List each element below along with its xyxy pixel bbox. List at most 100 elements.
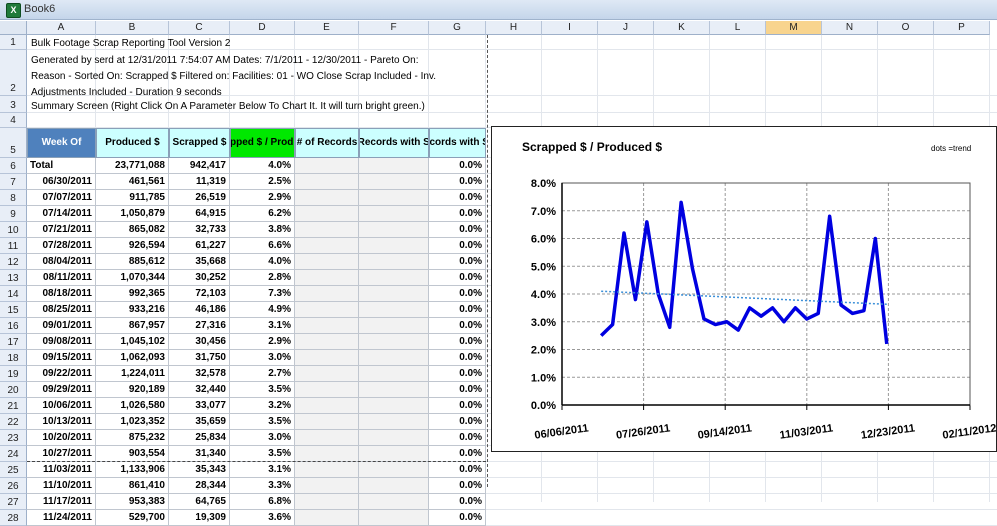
table-cell[interactable]: 992,365 <box>96 286 169 302</box>
row-header-20[interactable]: 20 <box>0 382 27 398</box>
table-cell[interactable] <box>359 446 429 462</box>
chart-area[interactable]: Scrapped $ / Produced $ dots =trend 0.0%… <box>491 126 997 452</box>
table-cell[interactable]: 0.0% <box>429 398 486 414</box>
table-cell[interactable]: 30,456 <box>169 334 230 350</box>
column-header-f[interactable]: F <box>359 21 429 35</box>
table-cell[interactable]: 933,216 <box>96 302 169 318</box>
table-cell[interactable] <box>359 222 429 238</box>
row-header-28[interactable]: 28 <box>0 510 27 526</box>
table-cell[interactable] <box>359 174 429 190</box>
table-cell[interactable]: 903,554 <box>96 446 169 462</box>
table-cell[interactable]: 09/29/2011 <box>27 382 96 398</box>
column-header-e[interactable]: E <box>295 21 359 35</box>
table-cell[interactable] <box>295 366 359 382</box>
table-cell[interactable] <box>359 190 429 206</box>
table-cell[interactable]: 875,232 <box>96 430 169 446</box>
table-cell[interactable]: 0.0% <box>429 414 486 430</box>
table-cell[interactable]: 0.0% <box>429 462 486 478</box>
table-cell[interactable]: 33,077 <box>169 398 230 414</box>
table-cell[interactable]: 3.0% <box>230 350 295 366</box>
table-cell[interactable]: 11,319 <box>169 174 230 190</box>
row-header-24[interactable]: 24 <box>0 446 27 462</box>
table-cell[interactable] <box>359 366 429 382</box>
table-cell[interactable]: 46,186 <box>169 302 230 318</box>
row-header-9[interactable]: 9 <box>0 206 27 222</box>
table-cell[interactable]: 35,668 <box>169 254 230 270</box>
table-cell[interactable]: 07/28/2011 <box>27 238 96 254</box>
table-cell[interactable]: 6.6% <box>230 238 295 254</box>
column-header-h[interactable]: H <box>486 21 542 35</box>
table-cell[interactable]: 10/06/2011 <box>27 398 96 414</box>
table-cell[interactable]: 2.8% <box>230 270 295 286</box>
column-header-k[interactable]: K <box>654 21 710 35</box>
table-cell[interactable]: 861,410 <box>96 478 169 494</box>
table-cell[interactable] <box>359 478 429 494</box>
row-header-3[interactable]: 3 <box>0 96 27 113</box>
table-cell[interactable]: 64,765 <box>169 494 230 510</box>
table-cell[interactable]: 3.5% <box>230 414 295 430</box>
header-produced[interactable]: Produced $ <box>96 128 169 158</box>
table-cell[interactable]: 2.9% <box>230 190 295 206</box>
table-cell[interactable]: 1,133,906 <box>96 462 169 478</box>
table-cell[interactable]: 926,594 <box>96 238 169 254</box>
column-header-a[interactable]: A <box>27 21 96 35</box>
table-cell[interactable]: 0.0% <box>429 302 486 318</box>
total-cell[interactable]: Total <box>27 158 96 174</box>
table-cell[interactable]: 0.0% <box>429 206 486 222</box>
table-cell[interactable]: 1,062,093 <box>96 350 169 366</box>
table-cell[interactable]: 0.0% <box>429 478 486 494</box>
table-cell[interactable] <box>295 398 359 414</box>
header-scrapped[interactable]: Scrapped $ <box>169 128 230 158</box>
table-cell[interactable]: 31,750 <box>169 350 230 366</box>
table-cell[interactable]: 0.0% <box>429 510 486 526</box>
table-cell[interactable]: 0.0% <box>429 366 486 382</box>
column-header-p[interactable]: P <box>934 21 990 35</box>
table-cell[interactable]: 0.0% <box>429 334 486 350</box>
table-cell[interactable]: 0.0% <box>429 222 486 238</box>
table-cell[interactable]: 6.8% <box>230 494 295 510</box>
table-cell[interactable]: 11/17/2011 <box>27 494 96 510</box>
row-header-14[interactable]: 14 <box>0 286 27 302</box>
table-cell[interactable]: 27,316 <box>169 318 230 334</box>
table-cell[interactable] <box>295 222 359 238</box>
table-cell[interactable]: 25,834 <box>169 430 230 446</box>
table-cell[interactable]: 867,957 <box>96 318 169 334</box>
total-cell[interactable] <box>295 158 359 174</box>
header-week-of[interactable]: Week Of <box>27 128 96 158</box>
table-cell[interactable]: 953,383 <box>96 494 169 510</box>
table-cell[interactable]: 920,189 <box>96 382 169 398</box>
header-pct-records-with-scrap[interactable]: % Records with Scrap <box>429 128 486 158</box>
header-scrapped-over-produced[interactable]: Scrapped $ / Produced <box>230 128 295 158</box>
table-cell[interactable] <box>359 302 429 318</box>
table-cell[interactable]: 61,227 <box>169 238 230 254</box>
table-cell[interactable]: 0.0% <box>429 494 486 510</box>
table-cell[interactable]: 885,612 <box>96 254 169 270</box>
row-header-10[interactable]: 10 <box>0 222 27 238</box>
row-header-26[interactable]: 26 <box>0 478 27 494</box>
table-cell[interactable]: 09/01/2011 <box>27 318 96 334</box>
table-cell[interactable] <box>359 414 429 430</box>
table-cell[interactable]: 1,023,352 <box>96 414 169 430</box>
table-cell[interactable]: 0.0% <box>429 382 486 398</box>
row-header-6[interactable]: 6 <box>0 158 27 174</box>
table-cell[interactable]: 09/08/2011 <box>27 334 96 350</box>
total-cell[interactable] <box>359 158 429 174</box>
table-cell[interactable] <box>359 270 429 286</box>
table-cell[interactable] <box>295 478 359 494</box>
table-cell[interactable]: 09/15/2011 <box>27 350 96 366</box>
row-header-8[interactable]: 8 <box>0 190 27 206</box>
table-cell[interactable]: 19,309 <box>169 510 230 526</box>
table-cell[interactable]: 0.0% <box>429 318 486 334</box>
table-cell[interactable]: 0.0% <box>429 190 486 206</box>
table-cell[interactable] <box>359 286 429 302</box>
select-all-corner[interactable] <box>0 21 27 35</box>
table-cell[interactable]: 0.0% <box>429 174 486 190</box>
table-cell[interactable]: 08/04/2011 <box>27 254 96 270</box>
table-cell[interactable]: 28,344 <box>169 478 230 494</box>
table-cell[interactable]: 07/21/2011 <box>27 222 96 238</box>
table-cell[interactable]: 0.0% <box>429 350 486 366</box>
table-cell[interactable]: 0.0% <box>429 446 486 462</box>
excel-icon[interactable]: X <box>6 3 21 18</box>
row-header-27[interactable]: 27 <box>0 494 27 510</box>
table-cell[interactable] <box>295 382 359 398</box>
